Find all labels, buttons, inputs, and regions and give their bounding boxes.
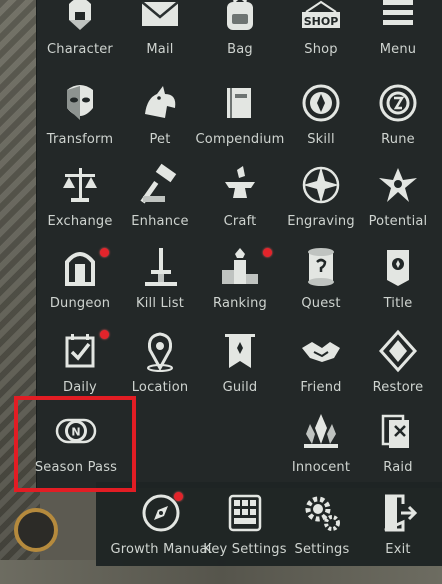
diamond-crest-icon bbox=[375, 328, 421, 374]
gear-icon bbox=[299, 490, 345, 536]
notification-dot bbox=[100, 330, 109, 339]
menu-item-settings[interactable]: Settings bbox=[282, 486, 362, 566]
podium-icon bbox=[217, 244, 263, 290]
menu-item-friend[interactable]: Friend bbox=[281, 324, 361, 404]
menu-item-quest[interactable]: Quest bbox=[281, 240, 361, 320]
backpack-icon bbox=[217, 0, 263, 36]
menu-item-label: Settings bbox=[294, 542, 350, 557]
gate-icon bbox=[57, 244, 103, 290]
menu-item-label: Friend bbox=[300, 380, 342, 395]
menu-item-title[interactable]: Title bbox=[358, 240, 438, 320]
menu-item-label: Kill List bbox=[135, 296, 185, 311]
menu-item-label: Key Settings bbox=[203, 542, 287, 557]
menu-item-label: Exit bbox=[385, 542, 411, 557]
rune-icon bbox=[375, 80, 421, 126]
banner-crest-icon bbox=[375, 244, 421, 290]
griffin-icon bbox=[137, 80, 183, 126]
menu-item-label: Growth Manual bbox=[110, 542, 212, 557]
menu-item-label: Daily bbox=[63, 380, 97, 395]
menu-item-label: Shop bbox=[304, 42, 338, 57]
mask-icon bbox=[57, 80, 103, 126]
menu-item-bag[interactable]: Bag bbox=[200, 0, 280, 66]
hammer-icon bbox=[137, 162, 183, 208]
menu-item-label: Skill bbox=[307, 132, 335, 147]
menu-item-shop[interactable]: SHOP Shop bbox=[281, 0, 361, 66]
menu-item-label: Quest bbox=[301, 296, 341, 311]
helmet-icon bbox=[57, 0, 103, 36]
menu-item-label: Bag bbox=[227, 42, 253, 57]
menu-item-engraving[interactable]: Engraving bbox=[281, 158, 361, 238]
menu-item-label: Rune bbox=[381, 132, 415, 147]
scales-icon bbox=[57, 162, 103, 208]
menu-item-mail[interactable]: Mail bbox=[120, 0, 200, 66]
menu-item-label: Transform bbox=[46, 132, 114, 147]
menu-item-exit[interactable]: Exit bbox=[358, 486, 438, 566]
menu-item-transform[interactable]: Transform bbox=[40, 76, 120, 156]
menu-item-raid[interactable]: Raid bbox=[358, 404, 438, 484]
menu-item-label: Restore bbox=[372, 380, 424, 395]
menu-item-label: Title bbox=[383, 296, 413, 311]
menu-item-rune[interactable]: Rune bbox=[358, 76, 438, 156]
sword-icon bbox=[137, 244, 183, 290]
game-background-left bbox=[0, 0, 40, 584]
menu-item-label: Pet bbox=[149, 132, 171, 147]
guild-banner-icon bbox=[217, 328, 263, 374]
menu-item-growth-manual[interactable]: Growth Manual bbox=[110, 486, 211, 566]
anvil-icon bbox=[217, 162, 263, 208]
book-icon bbox=[217, 80, 263, 126]
menu-item-restore[interactable]: Restore bbox=[358, 324, 438, 404]
menu-item-exchange[interactable]: Exchange bbox=[40, 158, 120, 238]
scroll-icon bbox=[298, 244, 344, 290]
menu-item-enhance[interactable]: Enhance bbox=[120, 158, 200, 238]
menu-item-label: Compendium bbox=[195, 132, 285, 147]
menu-item-label: Location bbox=[131, 380, 189, 395]
menu-item-innocent[interactable]: Innocent bbox=[281, 404, 361, 484]
menu-item-label: Ranking bbox=[213, 296, 267, 311]
hamburger-icon bbox=[375, 0, 421, 36]
menu-item-pet[interactable]: Pet bbox=[120, 76, 200, 156]
winged-crest-icon bbox=[375, 162, 421, 208]
exit-door-icon bbox=[375, 490, 421, 536]
menu-item-key-settings[interactable]: Key Settings bbox=[202, 486, 288, 566]
keypad-icon bbox=[222, 490, 268, 536]
menu-item-craft[interactable]: Craft bbox=[200, 158, 280, 238]
menu-item-character[interactable]: Character bbox=[40, 0, 120, 66]
compass-star-icon bbox=[298, 162, 344, 208]
menu-item-label: Craft bbox=[223, 214, 257, 229]
menu-item-label: Dungeon bbox=[49, 296, 111, 311]
menu-item-location[interactable]: Location bbox=[120, 324, 200, 404]
shop-sign-text: SHOP bbox=[304, 15, 339, 28]
menu-item-label: Innocent bbox=[291, 460, 351, 475]
menu-item-label: Enhance bbox=[131, 214, 189, 229]
menu-item-skill[interactable]: Skill bbox=[281, 76, 361, 156]
menu-item-menu[interactable]: Menu bbox=[358, 0, 438, 66]
handshake-icon bbox=[298, 328, 344, 374]
menu-item-label: Engraving bbox=[287, 214, 355, 229]
crystal-icon bbox=[298, 408, 344, 454]
menu-item-compendium[interactable]: Compendium bbox=[196, 76, 284, 156]
menu-item-label: Menu bbox=[379, 42, 417, 57]
menu-item-potential[interactable]: Potential bbox=[358, 158, 438, 238]
notification-dot bbox=[263, 248, 272, 257]
menu-item-label: Raid bbox=[383, 460, 413, 475]
menu-item-label: Character bbox=[47, 42, 113, 57]
notification-dot bbox=[174, 492, 183, 501]
envelope-icon bbox=[137, 0, 183, 36]
menu-item-guild[interactable]: Guild bbox=[200, 324, 280, 404]
gold-ring-icon bbox=[14, 508, 58, 552]
checklist-icon bbox=[57, 328, 103, 374]
menu-item-label: Mail bbox=[146, 42, 174, 57]
shop-sign-icon: SHOP bbox=[298, 0, 344, 36]
notification-dot bbox=[100, 248, 109, 257]
menu-item-kill-list[interactable]: Kill List bbox=[120, 240, 200, 320]
menu-item-label: Potential bbox=[368, 214, 428, 229]
menu-item-label: Exchange bbox=[47, 214, 113, 229]
cards-icon bbox=[375, 408, 421, 454]
map-pin-icon bbox=[137, 328, 183, 374]
season-pass-highlight-frame bbox=[14, 396, 136, 492]
skill-orb-icon bbox=[298, 80, 344, 126]
menu-item-label: Guild bbox=[222, 380, 258, 395]
